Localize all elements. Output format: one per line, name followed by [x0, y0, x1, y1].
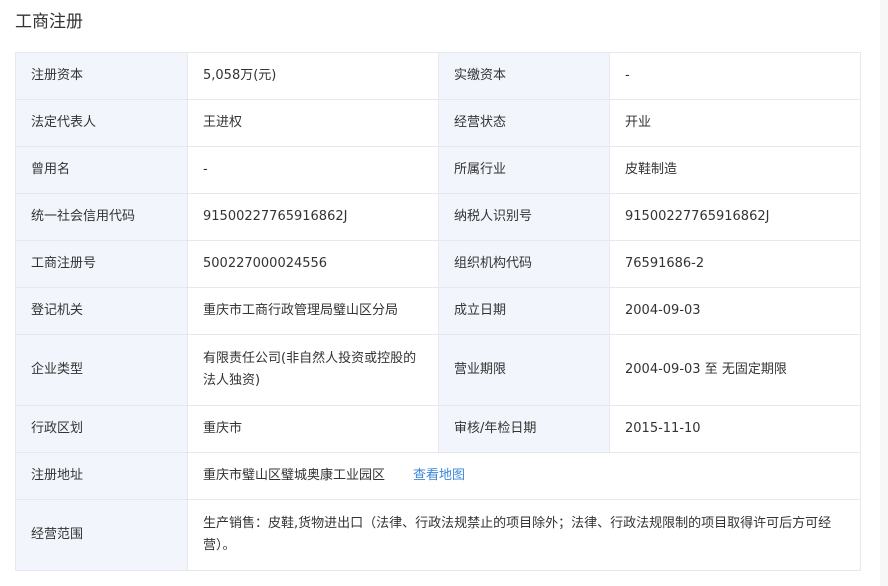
inspection-date-label: 审核/年检日期 [438, 405, 610, 453]
business-registration-table: 注册资本 5,058万(元) 实缴资本 - 法定代表人 王进权 经营状态 开业 … [15, 52, 861, 571]
paid-in-capital-value: - [609, 52, 861, 100]
business-scope-label: 经营范围 [15, 499, 188, 571]
table-row: 法定代表人 王进权 经营状态 开业 [15, 99, 861, 147]
organization-code-label: 组织机构代码 [438, 240, 610, 288]
registered-capital-label: 注册资本 [15, 52, 188, 100]
administrative-region-value: 重庆市 [187, 405, 439, 453]
operating-status-value: 开业 [609, 99, 861, 147]
table-row: 经营范围 生产销售：皮鞋,货物进出口（法律、行政法规禁止的项目除外；法律、行政法… [15, 499, 861, 571]
business-term-label: 营业期限 [438, 334, 610, 406]
inspection-date-value: 2015-11-10 [609, 405, 861, 453]
company-type-label: 企业类型 [15, 334, 188, 406]
table-row: 注册地址 重庆市璧山区璧城奥康工业园区 查看地图 [15, 452, 861, 500]
registered-address-label: 注册地址 [15, 452, 188, 500]
credit-code-value: 91500227765916862J [187, 193, 439, 241]
registered-address-value: 重庆市璧山区璧城奥康工业园区 [203, 468, 386, 483]
table-row: 登记机关 重庆市工商行政管理局璧山区分局 成立日期 2004-09-03 [15, 287, 861, 335]
credit-code-label: 统一社会信用代码 [15, 193, 188, 241]
legal-representative-label: 法定代表人 [15, 99, 188, 147]
registered-address-cell: 重庆市璧山区璧城奥康工业园区 查看地图 [187, 452, 861, 500]
establishment-date-value: 2004-09-03 [609, 287, 861, 335]
organization-code-value: 76591686-2 [609, 240, 861, 288]
taxpayer-id-label: 纳税人识别号 [438, 193, 610, 241]
former-name-value: - [187, 146, 439, 194]
paid-in-capital-label: 实缴资本 [438, 52, 610, 100]
table-row: 注册资本 5,058万(元) 实缴资本 - [15, 52, 861, 100]
section-title: 工商注册 [15, 12, 83, 32]
table-row: 统一社会信用代码 91500227765916862J 纳税人识别号 91500… [15, 193, 861, 241]
establishment-date-label: 成立日期 [438, 287, 610, 335]
registration-number-value: 500227000024556 [187, 240, 439, 288]
registration-authority-label: 登记机关 [15, 287, 188, 335]
table-row: 工商注册号 500227000024556 组织机构代码 76591686-2 [15, 240, 861, 288]
company-type-value: 有限责任公司(非自然人投资或控股的法人独资) [187, 334, 439, 406]
former-name-label: 曾用名 [15, 146, 188, 194]
table-row: 曾用名 - 所属行业 皮鞋制造 [15, 146, 861, 194]
registration-number-label: 工商注册号 [15, 240, 188, 288]
industry-value: 皮鞋制造 [609, 146, 861, 194]
table-row: 企业类型 有限责任公司(非自然人投资或控股的法人独资) 营业期限 2004-09… [15, 334, 861, 406]
vertical-scrollbar[interactable] [880, 0, 888, 586]
table-row: 行政区划 重庆市 审核/年检日期 2015-11-10 [15, 405, 861, 453]
legal-representative-value: 王进权 [187, 99, 439, 147]
registration-authority-value: 重庆市工商行政管理局璧山区分局 [187, 287, 439, 335]
registered-capital-value: 5,058万(元) [187, 52, 439, 100]
operating-status-label: 经营状态 [438, 99, 610, 147]
business-scope-value: 生产销售：皮鞋,货物进出口（法律、行政法规禁止的项目除外；法律、行政法规限制的项… [187, 499, 861, 571]
industry-label: 所属行业 [438, 146, 610, 194]
business-term-value: 2004-09-03 至 无固定期限 [609, 334, 861, 406]
view-map-link[interactable]: 查看地图 [413, 468, 465, 483]
administrative-region-label: 行政区划 [15, 405, 188, 453]
taxpayer-id-value: 91500227765916862J [609, 193, 861, 241]
